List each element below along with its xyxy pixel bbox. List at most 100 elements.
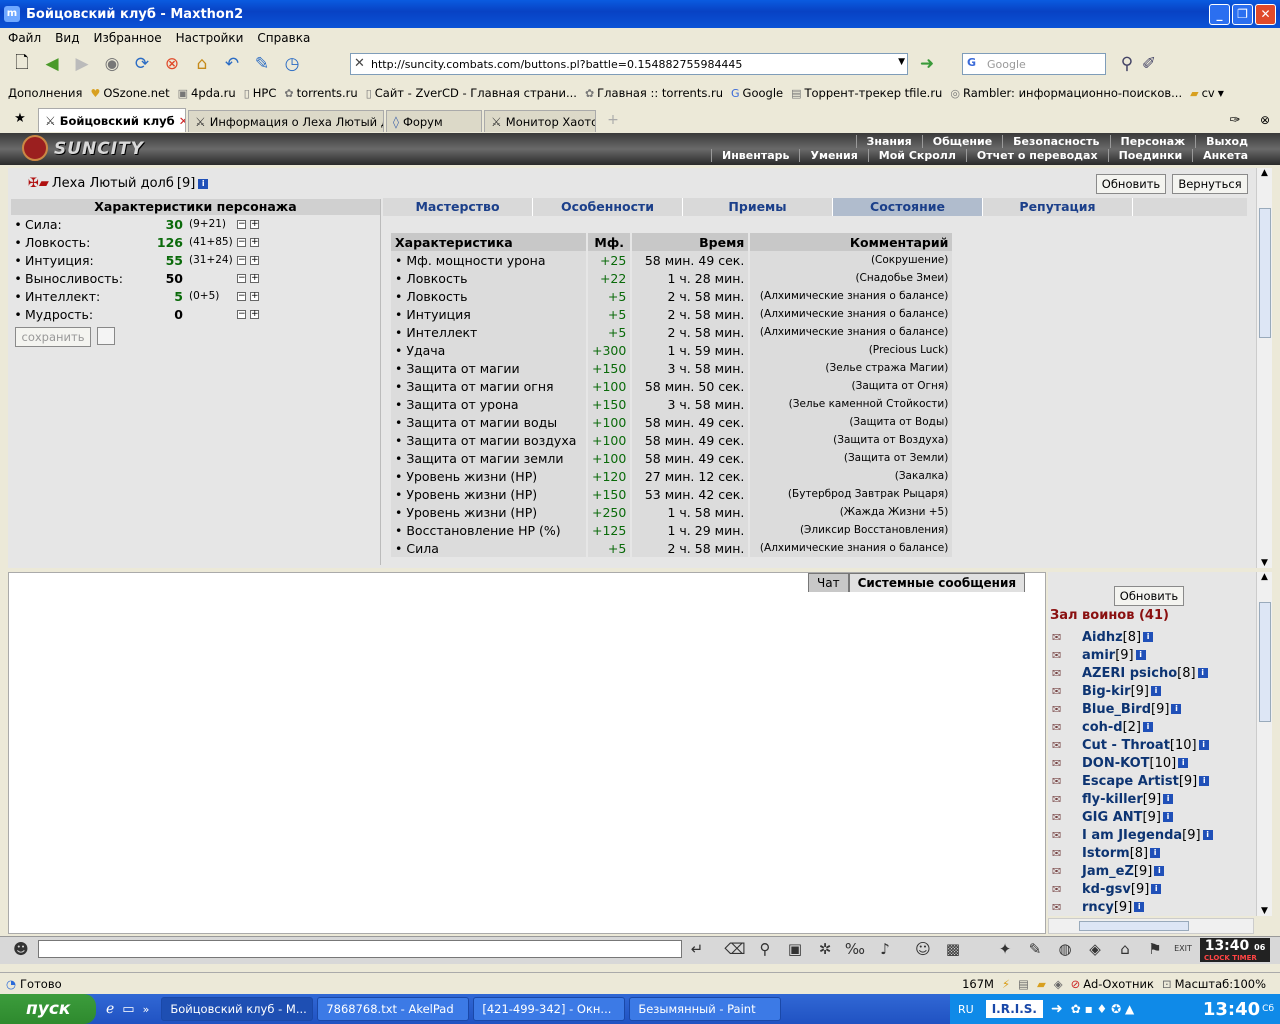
scroll-thumb[interactable]: [1079, 921, 1189, 931]
nav-profile[interactable]: Анкета: [1192, 149, 1258, 162]
map-icon[interactable]: ◈: [1084, 938, 1106, 960]
iris-app[interactable]: I.R.I.S.: [985, 1000, 1043, 1018]
task-akelpad[interactable]: 7868768.txt - AkelPad: [317, 997, 470, 1021]
fav-oszone[interactable]: ♥ OSzone.net: [90, 86, 169, 100]
info-icon[interactable]: i: [1199, 776, 1210, 786]
userlist-refresh-button[interactable]: Обновить: [1114, 586, 1184, 606]
user-name[interactable]: Cut - Throat: [1082, 738, 1170, 753]
fav-cv-folder[interactable]: ▰ cv ▼: [1190, 86, 1224, 100]
popup-icon[interactable]: ▤: [1018, 977, 1029, 991]
fight-icon[interactable]: ✲: [814, 938, 836, 960]
fav-torrents[interactable]: ✿ torrents.ru: [284, 86, 357, 100]
plus-icon[interactable]: +: [250, 309, 259, 319]
wrench-icon[interactable]: ✑: [1223, 108, 1247, 132]
nav-knowledge[interactable]: Знания: [855, 135, 922, 148]
nav-security[interactable]: Безопасность: [1002, 135, 1109, 148]
menu-settings[interactable]: Настройки: [176, 31, 244, 45]
nav-my-scroll[interactable]: Мой Скролл: [867, 149, 966, 162]
close-button[interactable]: ✕: [1255, 4, 1276, 25]
user-row[interactable]: ✉ Cut - Throat [10] i: [1052, 736, 1209, 754]
close-tab-icon[interactable]: ✕: [179, 114, 185, 128]
history-dropdown-icon[interactable]: ◉: [100, 52, 124, 76]
private-message-icon[interactable]: ✉: [1052, 811, 1082, 824]
new-page-icon[interactable]: 🗋: [10, 52, 34, 76]
private-message-icon[interactable]: ✉: [1052, 649, 1082, 662]
info-icon[interactable]: i: [1171, 704, 1182, 714]
menu-file[interactable]: Файл: [8, 31, 41, 45]
adblock-label[interactable]: Ad-Охотник: [1083, 977, 1154, 991]
user-row[interactable]: ✉ Istorm [8] i: [1052, 844, 1161, 862]
bag-icon[interactable]: ✦: [994, 938, 1016, 960]
scroll-thumb[interactable]: [1259, 208, 1271, 338]
maximize-button[interactable]: ❐: [1232, 4, 1253, 25]
tab-char-info[interactable]: ⚔Информация о Леха Лютый долб: [188, 110, 384, 132]
minus-icon[interactable]: −: [237, 273, 246, 283]
task-paint[interactable]: Безымянный - Paint: [629, 997, 782, 1021]
user-name[interactable]: Big-kir: [1082, 684, 1131, 699]
save-button[interactable]: сохранить: [15, 327, 91, 347]
userlist-scrollbar[interactable]: ▲ ▼: [1256, 572, 1272, 916]
nav-skills[interactable]: Умения: [799, 149, 867, 162]
fav-tfile[interactable]: ▤ Торрент-трекер tfile.ru: [791, 86, 942, 100]
user-name[interactable]: Escape Artist: [1082, 774, 1179, 789]
scroll-icon[interactable]: ✎: [1024, 938, 1046, 960]
fav-torrents-main[interactable]: ✿ Главная :: torrents.ru: [585, 86, 723, 100]
plus-icon[interactable]: +: [250, 237, 259, 247]
info-icon[interactable]: i: [1135, 650, 1146, 660]
scroll-up-icon[interactable]: ▲: [1257, 168, 1272, 178]
info-icon[interactable]: i: [1202, 830, 1213, 840]
filter-icon[interactable]: ⚲: [754, 938, 776, 960]
user-name[interactable]: amir: [1082, 648, 1115, 663]
minus-icon[interactable]: −: [237, 219, 246, 229]
nav-communication[interactable]: Общение: [921, 135, 1002, 148]
clan-icon[interactable]: ▩: [942, 938, 964, 960]
userlist-hscrollbar[interactable]: [1048, 918, 1254, 934]
user-row[interactable]: ✉ Aidhz [8] i: [1052, 628, 1154, 646]
screenshot-icon[interactable]: ◈: [1054, 977, 1063, 991]
user-name[interactable]: DON-KOT: [1082, 756, 1150, 771]
info-icon[interactable]: i: [1163, 794, 1174, 804]
refresh-icon[interactable]: ⟳: [130, 52, 154, 76]
plus-icon[interactable]: +: [250, 219, 259, 229]
helmet-icon[interactable]: ◍: [1054, 938, 1076, 960]
tab-forum[interactable]: ◊ Форум: [386, 110, 482, 132]
info-icon[interactable]: i: [1143, 722, 1154, 732]
user-name[interactable]: I am JIegenda: [1082, 828, 1182, 843]
eraser-icon[interactable]: ⌫: [724, 938, 746, 960]
folder-icon[interactable]: ▰: [1037, 977, 1046, 991]
tab-chat[interactable]: Чат: [808, 573, 849, 592]
fav-hpc[interactable]: ▯ HPC: [244, 86, 277, 100]
go-icon[interactable]: ➜: [915, 52, 939, 76]
main-scrollbar[interactable]: ▲ ▼: [1256, 168, 1272, 568]
exit-icon[interactable]: EXIT: [1172, 938, 1194, 960]
menu-view[interactable]: Вид: [55, 31, 79, 45]
start-button[interactable]: пуск: [0, 994, 96, 1024]
lightning-icon[interactable]: ⚡: [1002, 977, 1010, 991]
info-icon[interactable]: i: [1143, 632, 1154, 642]
tab-reputation[interactable]: Репутация: [983, 198, 1133, 216]
language-indicator[interactable]: RU: [958, 1003, 974, 1016]
quicklaunch-desktop-icon[interactable]: ▭: [122, 1002, 134, 1017]
scroll-down-icon[interactable]: ▼: [1257, 558, 1272, 568]
menu-help[interactable]: Справка: [257, 31, 310, 45]
user-row[interactable]: ✉ Blue_Bird [9] i: [1052, 700, 1182, 718]
save-chat-icon[interactable]: ▣: [784, 938, 806, 960]
zoom-level[interactable]: Масштаб:100%: [1175, 977, 1266, 991]
private-message-icon[interactable]: ✉: [1052, 685, 1082, 698]
info-icon[interactable]: i: [1134, 902, 1145, 912]
forward-icon[interactable]: ▶: [70, 52, 94, 76]
nav-character[interactable]: Персонаж: [1109, 135, 1196, 148]
private-message-icon[interactable]: ✉: [1052, 883, 1082, 896]
info-icon[interactable]: i: [1151, 686, 1162, 696]
tab-techniques[interactable]: Приемы: [683, 198, 833, 216]
user-row[interactable]: ✉ coh-d [2] i: [1052, 718, 1154, 736]
flag-icon[interactable]: ⚑: [1144, 938, 1166, 960]
user-row[interactable]: ✉ DON-KOT [10] i: [1052, 754, 1189, 772]
private-message-icon[interactable]: ✉: [1052, 793, 1082, 806]
private-message-icon[interactable]: ✉: [1052, 721, 1082, 734]
user-name[interactable]: kd-gsv: [1082, 882, 1131, 897]
user-name[interactable]: rncy: [1082, 900, 1114, 915]
info-icon[interactable]: i: [1150, 848, 1161, 858]
fav-addons[interactable]: Дополнения: [8, 86, 82, 100]
user-row[interactable]: ✉ Escape Artist [9] i: [1052, 772, 1210, 790]
